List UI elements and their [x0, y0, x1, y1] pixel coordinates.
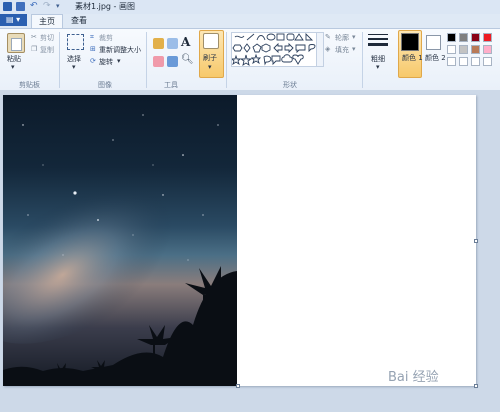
separator [59, 32, 60, 88]
save-icon[interactable] [16, 2, 25, 11]
shapes-icons[interactable] [232, 33, 317, 66]
outline-dropdown-icon[interactable]: ▾ [352, 33, 356, 41]
resize-handle-right[interactable] [474, 239, 478, 243]
clipboard-group-label: 剪贴板 [19, 81, 40, 89]
size-line-thin [368, 34, 388, 35]
watermark: Bai 经验 [388, 370, 439, 385]
palette-swatch[interactable] [459, 57, 468, 66]
fill-icon[interactable] [167, 38, 178, 49]
palette-swatch[interactable] [483, 33, 492, 42]
fill-dropdown-icon[interactable]: ▾ [352, 45, 356, 53]
palette-swatch[interactable] [483, 57, 492, 66]
palette-swatch[interactable] [447, 57, 456, 66]
file-menu-label: ▤ ▾ [6, 15, 21, 24]
window-title: 素材1.jpg - 画图 [75, 2, 135, 11]
tab-view[interactable]: 查看 [63, 14, 95, 28]
palette-swatch[interactable] [447, 33, 456, 42]
redo-icon[interactable]: ↷ [43, 2, 52, 11]
resize-handle-bottom[interactable] [236, 384, 240, 388]
palette-swatch[interactable] [471, 57, 480, 66]
photo-art [3, 114, 237, 386]
copy-label[interactable]: 复制 [40, 45, 54, 55]
text-tool-icon[interactable]: A [181, 35, 190, 49]
rotate-label[interactable]: 旋转 [99, 57, 113, 67]
size-line-medium [368, 38, 388, 40]
tab-home[interactable]: 主页 [31, 14, 63, 28]
color-picker-icon[interactable] [167, 56, 178, 67]
brush-icon [203, 33, 219, 49]
resize-handle-corner[interactable] [474, 384, 478, 388]
palette-swatch[interactable] [471, 33, 480, 42]
customize-qat-icon[interactable]: ▾ [56, 2, 65, 11]
shapes-group-label: 形状 [283, 81, 297, 89]
rotate-icon[interactable]: ⟳ [90, 57, 96, 65]
outline-label[interactable]: 轮廓 [335, 33, 349, 43]
title-bar: ↶ ↷ ▾ 素材1.jpg - 画图 [0, 0, 500, 15]
image-group-label: 图像 [98, 81, 112, 89]
color2-swatch[interactable] [426, 35, 441, 50]
size-icon[interactable] [368, 34, 388, 49]
palette-swatch[interactable] [459, 33, 468, 42]
color2-label[interactable]: 颜色 2 [425, 53, 446, 63]
palette-swatch[interactable] [471, 45, 480, 54]
size-dropdown-icon[interactable]: ▾ [376, 63, 380, 71]
select-icon[interactable] [67, 34, 84, 50]
app-icon [3, 2, 12, 11]
palette-swatch[interactable] [447, 45, 456, 54]
resize-icon[interactable]: ⊞ [90, 45, 96, 53]
palette-swatch[interactable] [459, 45, 468, 54]
brushes-dropdown-icon: ▾ [208, 63, 212, 71]
palette-swatch[interactable] [483, 45, 492, 54]
copy-icon[interactable]: ❐ [31, 45, 37, 53]
size-line-thick [368, 43, 388, 46]
separator [362, 32, 363, 88]
paste-dropdown-icon[interactable]: ▾ [11, 63, 15, 71]
rotate-dropdown-icon[interactable]: ▾ [117, 57, 121, 65]
milky-way-photo [3, 95, 237, 386]
fill-shape-label[interactable]: 填充 [335, 45, 349, 55]
shapes-scrollbar[interactable] [316, 32, 324, 67]
outline-icon[interactable]: ✎ [325, 33, 331, 41]
separator [146, 32, 147, 88]
shapes-gallery[interactable] [231, 32, 318, 67]
color1-label: 颜色 1 [402, 54, 423, 62]
resize-label[interactable]: 重新调整大小 [99, 45, 141, 55]
file-menu-button[interactable]: ▤ ▾ [0, 14, 27, 26]
paste-icon[interactable] [7, 33, 25, 53]
crop-icon[interactable]: ⌗ [90, 33, 94, 42]
tools-group-label: 工具 [164, 81, 178, 89]
color1-swatch [401, 33, 419, 51]
cut-icon[interactable]: ✂ [31, 33, 37, 41]
select-dropdown-icon[interactable]: ▾ [72, 63, 76, 71]
pencil-icon[interactable] [153, 38, 164, 49]
magnifier-icon[interactable]: 🔍︎ [181, 54, 194, 65]
fill-shape-icon[interactable]: ◈ [325, 45, 330, 53]
cut-label[interactable]: 剪切 [40, 33, 54, 43]
separator [226, 32, 227, 88]
crop-label[interactable]: 裁剪 [99, 33, 113, 43]
undo-icon[interactable]: ↶ [30, 2, 39, 11]
brushes-label: 刷子 [203, 54, 217, 62]
eraser-icon[interactable] [153, 56, 164, 67]
